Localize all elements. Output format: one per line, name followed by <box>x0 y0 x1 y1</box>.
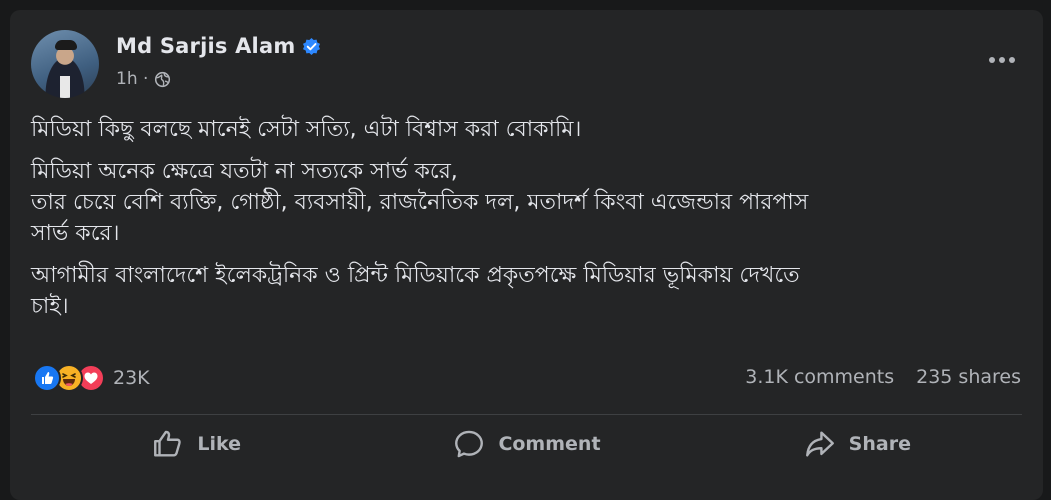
more-horizontal-icon <box>989 57 1015 63</box>
post-paragraph: আগামীর বাংলাদেশে ইলেকট্রনিক ও প্রিন্ট মি… <box>31 263 800 319</box>
avatar-hair <box>55 40 77 50</box>
more-options-button[interactable] <box>985 50 1019 70</box>
author-row: Md Sarjis Alam <box>116 34 321 58</box>
post-time[interactable]: 1h · <box>116 69 148 89</box>
post-meta: 1h · <box>116 69 171 89</box>
like-reaction-icon <box>33 364 61 392</box>
share-button[interactable]: Share <box>692 422 1022 466</box>
post-card: Md Sarjis Alam 1h · মিডিয়া কিছু বলছে মা… <box>10 10 1043 500</box>
post-paragraph: মিডিয়া অনেক ক্ষেত্রে যতটা না সত্যকে সার… <box>31 159 809 246</box>
action-bar: Like Comment Share <box>31 422 1022 466</box>
share-label: Share <box>848 433 911 455</box>
shares-count[interactable]: 235 shares <box>916 366 1021 388</box>
divider <box>31 414 1022 415</box>
avatar-shirt <box>60 76 70 98</box>
author-name[interactable]: Md Sarjis Alam <box>116 34 295 58</box>
verified-badge-icon <box>303 37 321 55</box>
comment-label: Comment <box>498 433 601 455</box>
reaction-summary[interactable]: 23K <box>33 364 150 392</box>
post-paragraph: মিডিয়া কিছু বলছে মানেই সেটা সত্যি, এটা … <box>31 117 582 142</box>
globe-icon <box>155 71 171 87</box>
post-body: মিডিয়া কিছু বলছে মানেই সেটা সত্যি, এটা … <box>31 114 1031 333</box>
comments-count[interactable]: 3.1K comments <box>745 366 894 388</box>
author-avatar[interactable] <box>31 30 99 98</box>
engagement-stats: 3.1K comments 235 shares <box>745 366 1021 388</box>
comment-button[interactable]: Comment <box>361 422 691 466</box>
like-button[interactable]: Like <box>31 422 361 466</box>
reaction-count: 23K <box>113 367 150 389</box>
share-arrow-icon <box>805 431 834 457</box>
comment-bubble-icon <box>455 430 484 458</box>
thumbs-up-icon <box>154 430 182 457</box>
like-label: Like <box>197 433 241 455</box>
